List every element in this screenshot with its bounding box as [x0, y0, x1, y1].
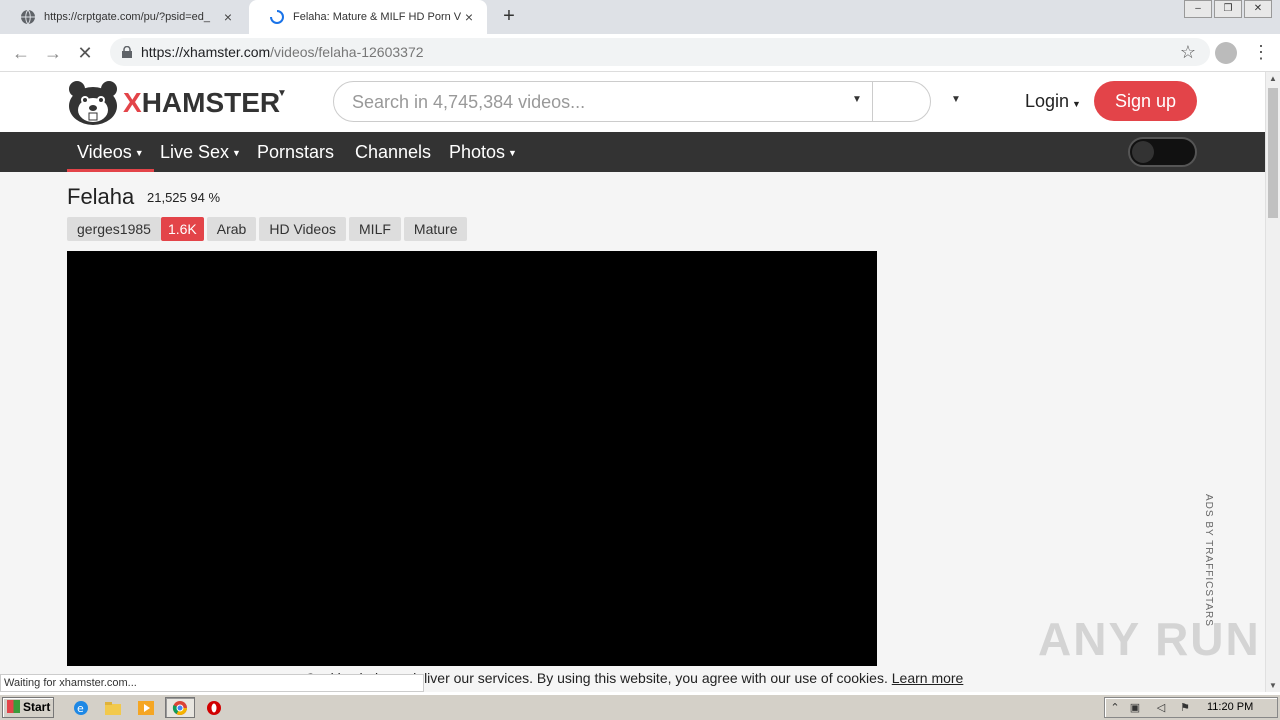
start-label: Start	[23, 700, 51, 714]
main-nav: Videos ▼ Live Sex ▼ Pornstars Channels Pho…	[0, 132, 1265, 172]
chevron-down-icon: ▼	[232, 148, 241, 159]
tag-milf[interactable]: MILF	[349, 217, 401, 241]
stop-loading-icon[interactable]: ✕	[74, 42, 96, 64]
web-page: XHAMSTER ▼ ▼ ▼ Login▼ Sign up Videos▼ Li…	[0, 72, 1265, 666]
url-host: https://xhamster.com	[141, 44, 271, 60]
url-path: /videos/felaha-12603372	[270, 44, 424, 60]
tray-expand-icon[interactable]: ⌃	[1109, 702, 1121, 714]
video-tags: gerges1985 1.6K Arab HD Videos MILF Matu…	[67, 217, 468, 241]
hamster-mascot-icon	[69, 81, 117, 125]
close-tab-icon[interactable]: ×	[461, 9, 477, 25]
chrome-taskbar-button[interactable]	[165, 697, 195, 718]
opera-icon[interactable]	[205, 699, 223, 717]
loading-spinner-icon	[270, 10, 284, 24]
tag-hd-videos[interactable]: HD Videos	[259, 217, 347, 241]
video-title: Felaha	[67, 184, 135, 209]
brand-x: X	[123, 87, 142, 118]
browser-toolbar: ← → ✕ https://xhamster.com/videos/felaha…	[0, 34, 1280, 72]
clock: 11:20 PM	[1207, 701, 1254, 713]
forward-arrow-icon[interactable]: →	[42, 42, 64, 64]
nav-label: Live Sex	[160, 142, 230, 162]
svg-text:e: e	[77, 702, 84, 715]
signup-button[interactable]: Sign up	[1094, 81, 1197, 121]
chevron-down-icon: ▼	[134, 148, 144, 159]
nav-label: Pornstars	[257, 142, 335, 162]
browser-tab-2[interactable]: Felaha: Mature & MILF HD Porn Vide ×	[249, 0, 487, 34]
page-scrollbar[interactable]: ▲ ▼	[1265, 72, 1280, 692]
ads-label: ADS BY TRAFFICSTARS	[1203, 494, 1214, 627]
ie-icon[interactable]: e	[72, 699, 90, 717]
nav-photos[interactable]: Photos ▼	[449, 132, 517, 172]
tab-title: https://crptgate.com/pu/?psid=ed_	[44, 11, 211, 23]
window-controls: – ❐ ✕	[1182, 0, 1272, 18]
back-arrow-icon[interactable]: ←	[10, 42, 32, 64]
globe-icon	[21, 9, 35, 25]
nav-videos[interactable]: Videos ▼	[67, 132, 154, 172]
learn-more-link[interactable]: Learn more	[892, 670, 964, 686]
volume-icon[interactable]: ◁	[1155, 702, 1167, 714]
close-window-icon[interactable]: ✕	[1244, 0, 1272, 18]
subscriber-count-badge[interactable]: 1.6K	[160, 217, 204, 241]
network-icon[interactable]: ▣	[1129, 702, 1141, 714]
windows-taskbar: Start e ⌃ ▣ ◁ ⚑ 11:20 PM	[0, 694, 1280, 720]
video-stats: 21,525 94 %	[147, 190, 221, 205]
site-logo[interactable]: XHAMSTER	[67, 80, 280, 126]
profile-avatar-icon[interactable]	[1215, 42, 1237, 64]
nav-label: Channels	[355, 142, 432, 162]
flag-icon[interactable]: ⚑	[1179, 702, 1191, 714]
brand-wordmark: XHAMSTER	[123, 87, 280, 119]
address-url: https://xhamster.com/videos/felaha-12603…	[141, 44, 424, 60]
search-filter-chevron-icon[interactable]: ▼	[852, 94, 862, 105]
menu-kebab-icon[interactable]: ⋮	[1252, 42, 1270, 62]
browser-tab-1[interactable]: https://crptgate.com/pu/?psid=ed_ ×	[0, 0, 246, 34]
brand-rest: HAMSTER	[141, 87, 281, 118]
nav-live-sex[interactable]: Live Sex ▼	[160, 132, 241, 172]
chevron-down-icon: ▼	[1072, 99, 1081, 109]
search-divider	[872, 82, 873, 121]
nav-channels[interactable]: Channels	[355, 132, 431, 172]
chrome-icon	[172, 701, 187, 715]
chevron-down-icon: ▼	[508, 148, 517, 159]
windows-flag-icon	[7, 700, 20, 713]
login-button[interactable]: Login ▼	[1025, 91, 1081, 112]
browser-status-bar: Waiting for xhamster.com...	[0, 674, 424, 692]
lock-icon	[122, 46, 132, 58]
nav-pornstars[interactable]: Pornstars	[257, 132, 334, 172]
tag-arab[interactable]: Arab	[206, 217, 257, 241]
language-chevron-icon[interactable]: ▼	[951, 94, 961, 105]
site-header: XHAMSTER ▼ ▼ ▼ Login▼ Sign up	[0, 72, 1265, 132]
scroll-down-arrow-icon[interactable]: ▼	[1269, 681, 1277, 690]
media-player-icon[interactable]	[137, 699, 155, 717]
login-label: Login	[1025, 91, 1070, 111]
restore-icon[interactable]: ❐	[1214, 0, 1242, 18]
close-tab-icon[interactable]: ×	[220, 9, 236, 25]
uploader-tag[interactable]: gerges1985	[67, 217, 161, 241]
system-tray: ⌃ ▣ ◁ ⚑ 11:20 PM	[1104, 697, 1278, 718]
scrollbar-thumb[interactable]	[1268, 88, 1278, 218]
scroll-up-arrow-icon[interactable]: ▲	[1269, 74, 1277, 83]
nav-label: Photos	[449, 142, 506, 162]
toggle-knob	[1132, 141, 1154, 163]
bookmark-star-icon[interactable]: ☆	[1180, 42, 1196, 63]
tag-mature[interactable]: Mature	[403, 217, 468, 241]
minimize-icon[interactable]: –	[1184, 0, 1212, 18]
tab-title: Felaha: Mature & MILF HD Porn Vide	[293, 11, 461, 23]
theme-toggle[interactable]	[1128, 137, 1197, 167]
chevron-down-icon[interactable]: ▼	[277, 88, 287, 99]
nav-label: Videos	[77, 142, 132, 162]
anyrun-watermark: ANY RUN	[1038, 613, 1261, 665]
address-bar[interactable]: https://xhamster.com/videos/felaha-12603…	[110, 38, 1210, 66]
search-box: ▼	[333, 81, 931, 122]
folder-icon[interactable]	[104, 699, 122, 717]
video-player[interactable]	[67, 251, 877, 666]
start-button[interactable]: Start	[2, 697, 54, 718]
new-tab-button[interactable]: +	[498, 6, 520, 28]
search-input[interactable]	[352, 91, 832, 113]
browser-tab-bar: https://crptgate.com/pu/?psid=ed_ × Fela…	[0, 0, 1280, 34]
